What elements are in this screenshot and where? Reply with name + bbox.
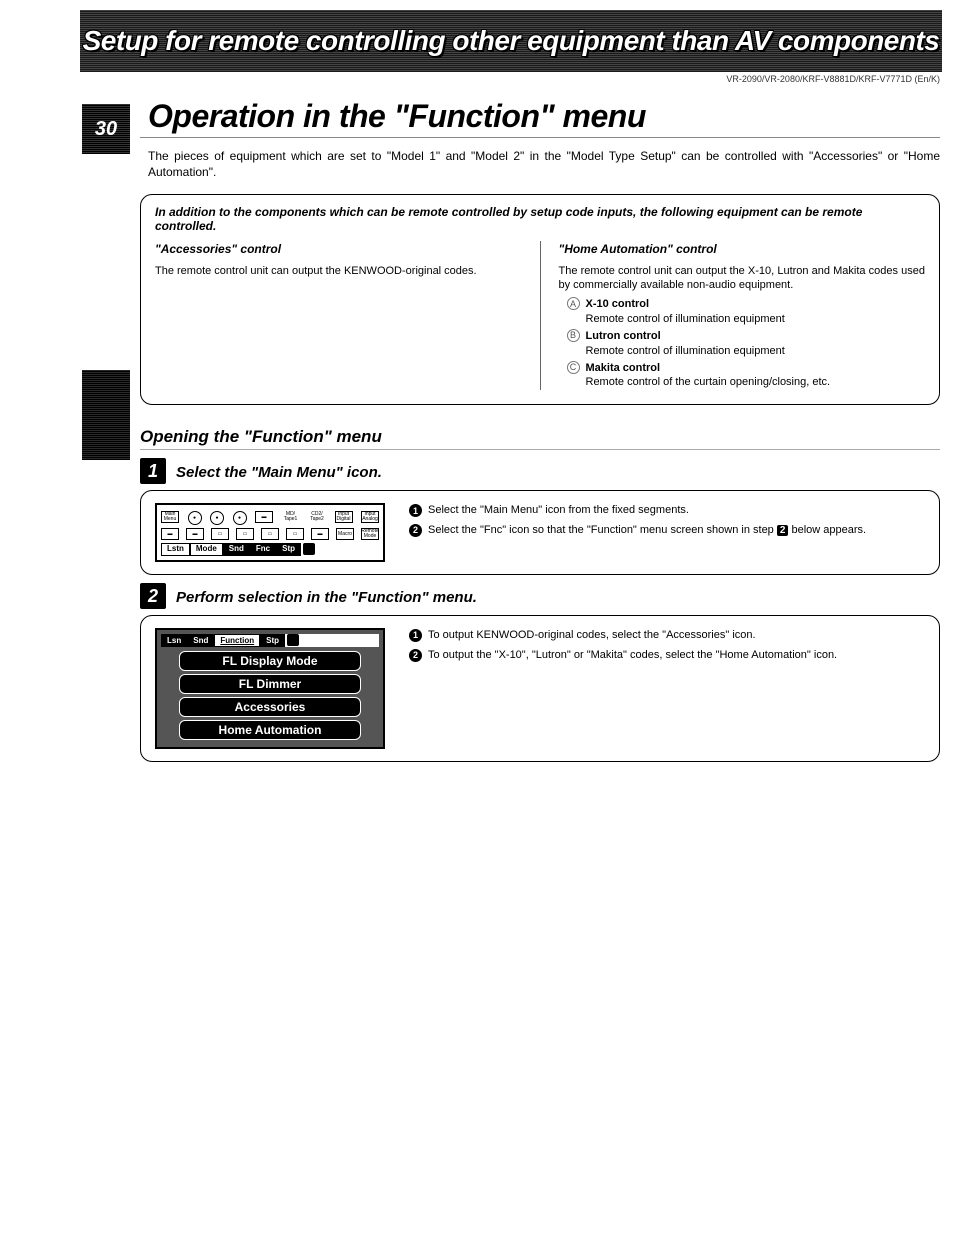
model-line: VR-2090/VR-2080/KRF-V8881D/KRF-V7771D (E… — [0, 74, 940, 84]
automation-list: A X-10 control Remote control of illumina… — [559, 297, 926, 390]
main-menu-screen: Main Menu ● ● ● ▬ MD/ Tape1 CD2/ Tape2 I… — [155, 503, 385, 562]
bullet-1-icon: 1 — [409, 629, 422, 642]
cursor-icon — [303, 543, 315, 555]
list-item: A X-10 control Remote control of illumina… — [567, 297, 926, 327]
menu-fl-display-mode: FL Display Mode — [179, 651, 361, 671]
bullet-2-text: To output the "X-10", "Lutron" or "Makit… — [428, 648, 837, 663]
list-item: B Lutron control Remote control of illumi… — [567, 329, 926, 359]
cd2-icon: ● — [233, 511, 247, 525]
marker-c-icon: C — [567, 361, 580, 374]
item-desc: Remote control of illumination equipment — [586, 313, 785, 325]
list-item: C Makita control Remote control of the cu… — [567, 361, 926, 391]
bullet-2-text: Select the "Fnc" icon so that the "Funct… — [428, 523, 866, 538]
banner-title: Setup for remote controlling other equip… — [83, 25, 940, 57]
callout-box: In addition to the components which can … — [140, 194, 940, 405]
step-2-title: Perform selection in the "Function" menu… — [176, 589, 477, 606]
cursor-icon — [287, 634, 299, 646]
accessories-text: The remote control unit can output the K… — [155, 264, 522, 279]
main-menu-icon: Main Menu — [161, 511, 179, 523]
item-name: Lutron control — [586, 330, 661, 342]
step-2-header: 2 Perform selection in the "Function" me… — [140, 583, 940, 609]
home-automation-text: The remote control unit can output the X… — [559, 264, 926, 294]
bullet-1-icon: 1 — [409, 504, 422, 517]
md-tape1-icon: MD/ Tape1 — [282, 511, 300, 523]
function-menu-screen: Lsn Snd Function Stp FL Display Mode FL … — [155, 628, 385, 749]
step-2-badge: 2 — [140, 583, 166, 609]
item-name: X-10 control — [586, 298, 650, 310]
section-heading: Opening the "Function" menu — [140, 427, 940, 450]
item-desc: Remote control of the curtain opening/cl… — [586, 376, 831, 388]
tab-strip: Lstn Mode Snd Fnc Stp — [161, 543, 379, 556]
tab-snd: Snd — [223, 543, 250, 556]
tab-function: Function — [214, 634, 260, 647]
cd2-tape2-icon: CD2/ Tape2 — [308, 511, 326, 523]
step-1-body: Main Menu ● ● ● ▬ MD/ Tape1 CD2/ Tape2 I… — [140, 490, 940, 575]
cd1-icon: ● — [210, 511, 224, 525]
step-1-title: Select the "Main Menu" icon. — [176, 464, 382, 481]
tab-stp: Stp — [276, 543, 301, 556]
menu-accessories: Accessories — [179, 697, 361, 717]
tab-fnc: Fnc — [250, 543, 276, 556]
tab-stp: Stp — [260, 634, 285, 647]
video3-icon: ▭ — [261, 528, 279, 540]
marker-a-icon: A — [567, 297, 580, 310]
menu-fl-dimmer: FL Dimmer — [179, 674, 361, 694]
video2-icon: ▭ — [236, 528, 254, 540]
page-number: 30 — [95, 118, 117, 141]
inline-step-2-badge: 2 — [777, 525, 789, 536]
step-1-desc: 1 Select the "Main Menu" icon from the fi… — [409, 503, 925, 562]
remote-mode-icon: Remote Mode — [361, 528, 379, 540]
item-desc: Remote control of illumination equipment — [586, 345, 785, 357]
bullet-2-icon: 2 — [409, 524, 422, 537]
step-1-badge: 1 — [140, 458, 166, 484]
video4-icon: ▭ — [286, 528, 304, 540]
accessories-column: "Accessories" control The remote control… — [155, 241, 522, 390]
tab-mode: Mode — [190, 543, 223, 556]
home-automation-column: "Home Automation" control The remote con… — [540, 241, 926, 390]
page-number-tab: 30 — [82, 104, 130, 154]
tv2-icon: ▬ — [186, 528, 204, 540]
icon-row-2: ▬ ▬ ▭ ▭ ▭ ▭ ▬ Macro Remote Mode — [161, 528, 379, 540]
tab-lsn: Lsn — [161, 634, 187, 647]
macro-icon: Macro — [336, 528, 354, 540]
step-1-header: 1 Select the "Main Menu" icon. — [140, 458, 940, 484]
tuner-icon: ▬ — [255, 511, 273, 523]
item-name: Makita control — [586, 362, 661, 374]
tv1-icon: ▬ — [161, 528, 179, 540]
icon-row-1: Main Menu ● ● ● ▬ MD/ Tape1 CD2/ Tape2 I… — [161, 511, 379, 525]
input-digital-icon: Input Digital — [335, 511, 353, 523]
step-2-body: Lsn Snd Function Stp FL Display Mode FL … — [140, 615, 940, 762]
side-tab-decor — [82, 370, 130, 460]
marker-b-icon: B — [567, 329, 580, 342]
accessories-heading: "Accessories" control — [155, 241, 522, 257]
bullet-1-text: Select the "Main Menu" icon from the fix… — [428, 503, 689, 518]
step-2-desc: 1 To output KENWOOD-original codes, selec… — [409, 628, 925, 749]
video1-icon: ▭ — [211, 528, 229, 540]
av-aux-icon: ▬ — [311, 528, 329, 540]
phono-icon: ● — [188, 511, 202, 525]
bullet-1-text: To output KENWOOD-original codes, select… — [428, 628, 756, 643]
bullet-2-icon: 2 — [409, 649, 422, 662]
callout-heading: In addition to the components which can … — [155, 205, 925, 233]
input-analog-icon: Input Analog — [361, 511, 379, 523]
tab-snd: Snd — [187, 634, 214, 647]
menu-home-automation: Home Automation — [179, 720, 361, 740]
title-rule — [140, 137, 940, 138]
home-automation-heading: "Home Automation" control — [559, 241, 926, 257]
tab-lstn: Lstn — [161, 543, 190, 556]
intro-paragraph: The pieces of equipment which are set to… — [148, 148, 940, 180]
header-banner: Setup for remote controlling other equip… — [80, 10, 942, 72]
page-title: Operation in the "Function" menu — [148, 98, 954, 135]
